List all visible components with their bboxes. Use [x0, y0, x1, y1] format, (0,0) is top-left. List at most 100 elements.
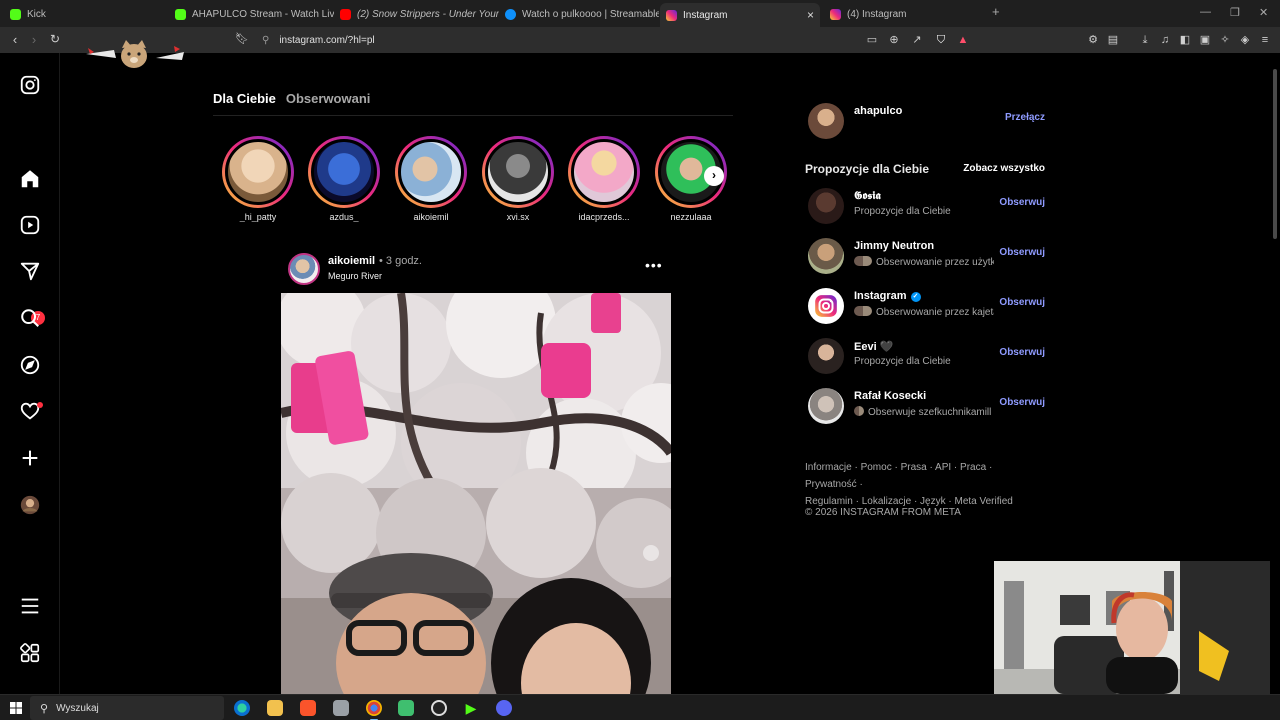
- create-plus-icon[interactable]: [19, 447, 41, 469]
- follow-button[interactable]: Obserwuj: [999, 347, 1045, 358]
- bookmark-icon[interactable]: 🔖︎: [234, 32, 250, 45]
- downloads-icon[interactable]: ⤓: [1138, 33, 1152, 47]
- suggestion-avatar[interactable]: [808, 338, 844, 374]
- app-icon[interactable]: [333, 700, 349, 716]
- story-item[interactable]: _hi_patty: [220, 136, 296, 222]
- sidebar-icon[interactable]: ◧: [1178, 33, 1192, 47]
- tab-youtube[interactable]: (2) Snow Strippers - Under Your Spell: [334, 3, 499, 25]
- music-icon[interactable]: ♫: [1158, 33, 1172, 47]
- cat-sticker-overlay: [86, 40, 184, 68]
- post-more-options-icon[interactable]: •••: [645, 257, 663, 273]
- explore-icon[interactable]: [19, 354, 41, 376]
- suggestion-avatar[interactable]: [808, 188, 844, 224]
- maximize-icon[interactable]: ❐: [1230, 6, 1240, 19]
- stories-next-arrow-icon[interactable]: ›: [704, 166, 724, 186]
- more-menu-icon[interactable]: [19, 595, 41, 617]
- site-info-icon[interactable]: ⚲: [262, 35, 269, 46]
- back-icon[interactable]: ‹: [7, 32, 23, 47]
- brave-browser-icon[interactable]: [300, 700, 316, 716]
- current-username[interactable]: ahapulco: [854, 105, 902, 117]
- suggestion-username[interactable]: 𝕲𝖔𝖘𝖎𝖆: [854, 190, 881, 203]
- instagram-account-avatar[interactable]: [808, 288, 844, 324]
- follow-button[interactable]: Obserwuj: [999, 247, 1045, 258]
- reader-icon[interactable]: ▤: [1106, 33, 1120, 47]
- story-username: xvi.sx: [506, 212, 530, 222]
- follow-button[interactable]: Obserwuj: [999, 297, 1045, 308]
- zoom-icon[interactable]: ⊕: [887, 33, 901, 47]
- new-tab-button[interactable]: +: [992, 4, 1000, 19]
- story-item[interactable]: azdus_: [306, 136, 382, 222]
- browser-tab-strip: Kick AHAPULCO Stream - Watch Live on Kic…: [0, 0, 1280, 27]
- post-author-avatar[interactable]: [288, 253, 320, 285]
- story-username: _hi_patty: [239, 212, 277, 222]
- wallet-icon[interactable]: ▣: [1198, 33, 1212, 47]
- suggestion-username[interactable]: Jimmy Neutron: [854, 240, 934, 252]
- extensions-icon[interactable]: ⚙: [1086, 33, 1100, 47]
- file-explorer-icon[interactable]: [267, 700, 283, 716]
- forward-icon[interactable]: ›: [26, 32, 42, 47]
- tab-for-you[interactable]: Dla Ciebie: [213, 91, 276, 106]
- tab-instagram-active[interactable]: Instagram ×: [660, 3, 820, 27]
- messages-icon[interactable]: [19, 260, 41, 282]
- close-tab-icon[interactable]: ×: [807, 8, 814, 22]
- chrome-icon[interactable]: [366, 700, 382, 720]
- switch-account-button[interactable]: Przełącz: [1005, 112, 1045, 123]
- kick-favicon-icon: [10, 8, 21, 20]
- play-app-icon[interactable]: ▶: [463, 700, 479, 716]
- tab-instagram-2[interactable]: (4) Instagram: [824, 3, 984, 25]
- page-scrollbar[interactable]: [1270, 53, 1280, 694]
- suggestion-item: Jimmy Neutron Obserwowanie przez użytkow…: [805, 237, 1045, 277]
- tab-kick[interactable]: Kick: [4, 3, 169, 25]
- footer-links-line-1[interactable]: Informacje · Pomoc · Prasa · API · Praca…: [805, 459, 1045, 493]
- reload-icon[interactable]: ↻: [47, 32, 63, 46]
- windows-start-icon[interactable]: [10, 702, 22, 714]
- also-from-meta-icon[interactable]: [19, 642, 41, 664]
- current-user-avatar[interactable]: [808, 103, 844, 139]
- instagram-logo-icon[interactable]: [19, 74, 41, 96]
- suggestion-avatar[interactable]: [808, 388, 844, 424]
- suggestion-username[interactable]: Instagram: [854, 290, 907, 302]
- streamable-favicon-icon: [505, 8, 516, 20]
- post-image[interactable]: [281, 293, 671, 694]
- suggestion-username[interactable]: Eevi 🖤: [854, 340, 893, 353]
- tab-following[interactable]: Obserwowani: [286, 91, 371, 106]
- screen-icon[interactable]: ▭: [865, 33, 879, 47]
- discord-icon[interactable]: [496, 700, 512, 716]
- leo-ai-icon[interactable]: ✧: [1218, 33, 1232, 47]
- story-item[interactable]: aikoiemil: [393, 136, 469, 222]
- edge-icon[interactable]: [234, 700, 250, 716]
- suggestion-username[interactable]: Rafał Kosecki: [854, 390, 926, 402]
- scrollbar-thumb[interactable]: [1273, 69, 1277, 239]
- brave-shield-icon[interactable]: ⛉: [934, 33, 948, 47]
- story-item[interactable]: xvi.sx: [480, 136, 556, 222]
- story-avatar: [398, 139, 464, 205]
- follow-button[interactable]: Obserwuj: [999, 197, 1045, 208]
- follow-button[interactable]: Obserwuj: [999, 397, 1045, 408]
- home-icon[interactable]: [19, 168, 41, 190]
- close-window-icon[interactable]: ✕: [1259, 6, 1268, 19]
- tab-streamable[interactable]: Watch o pulkoooo | Streamable: [499, 3, 659, 25]
- app-icon[interactable]: [398, 700, 414, 716]
- vpn-icon[interactable]: ◈: [1238, 33, 1252, 47]
- kick-favicon-icon: [175, 8, 186, 20]
- post-username[interactable]: aikoiemil: [328, 255, 375, 267]
- obs-icon[interactable]: [431, 700, 447, 716]
- menu-icon[interactable]: ≡: [1258, 33, 1272, 47]
- profile-avatar[interactable]: [19, 494, 41, 516]
- story-avatar: [485, 139, 551, 205]
- suggestion-item: Rafał Kosecki Obserwuje szefkuchnikamill…: [805, 387, 1045, 427]
- post-location[interactable]: Meguro River: [328, 271, 382, 281]
- suggestion-avatar[interactable]: [808, 238, 844, 274]
- suggestion-subtitle: Obserwuje szefkuchnikamill: [868, 407, 992, 418]
- taskbar-search[interactable]: ⚲ Wyszukaj: [30, 696, 224, 720]
- windows-taskbar: ⚲ Wyszukaj ▶: [0, 694, 1280, 720]
- minimize-icon[interactable]: —: [1200, 6, 1211, 18]
- reels-icon[interactable]: [19, 214, 41, 236]
- share-icon[interactable]: ↗: [910, 33, 924, 47]
- brave-rewards-icon[interactable]: ▲: [956, 33, 970, 47]
- tab-ahapulco-stream[interactable]: AHAPULCO Stream - Watch Live on Kick: [169, 3, 334, 25]
- story-item[interactable]: idacprzeds...: [566, 136, 642, 222]
- search-icon[interactable]: [19, 307, 41, 329]
- story-avatar: [311, 139, 377, 205]
- see-all-link[interactable]: Zobacz wszystko: [963, 163, 1045, 174]
